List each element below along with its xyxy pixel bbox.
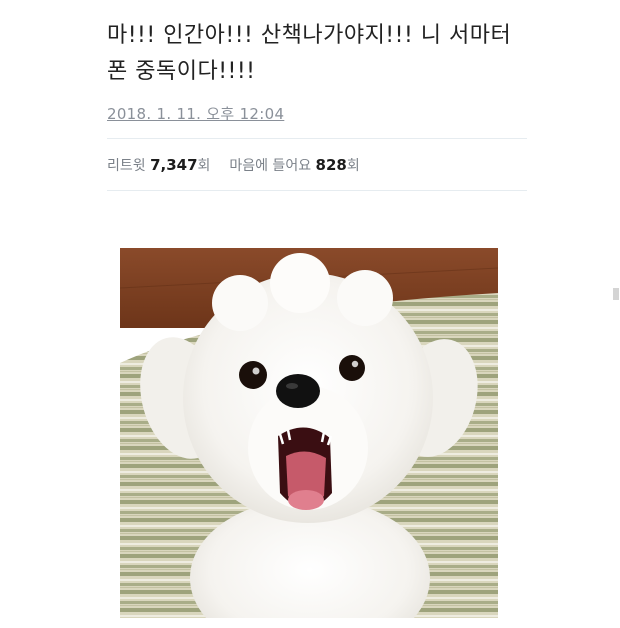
like-stat[interactable]: 마음에 들어요 828회 xyxy=(229,156,360,174)
retweet-label: 리트윗 xyxy=(107,158,146,174)
retweet-count: 7,347 xyxy=(150,156,198,174)
tweet-text: 마!!! 인간아!!! 산책나가야지!!! 니 서마터 폰 중독이다!!!! xyxy=(107,23,512,84)
tweet-stats: 리트윗 7,347회 마음에 들어요 828회 xyxy=(107,155,360,175)
divider-top xyxy=(107,138,527,139)
tweet-photo[interactable] xyxy=(120,248,498,618)
retweet-unit: 회 xyxy=(197,158,211,174)
scroll-marker xyxy=(613,288,619,300)
puppy-photo-illustration xyxy=(120,248,498,618)
divider-bottom xyxy=(107,190,527,191)
retweet-stat[interactable]: 리트윗 7,347회 xyxy=(107,156,215,174)
like-unit: 회 xyxy=(346,158,360,174)
like-label: 마음에 들어요 xyxy=(229,158,312,174)
tweet-timestamp-link[interactable]: 2018. 1. 11. 오후 12:04 xyxy=(107,103,284,124)
like-count: 828 xyxy=(315,156,347,174)
